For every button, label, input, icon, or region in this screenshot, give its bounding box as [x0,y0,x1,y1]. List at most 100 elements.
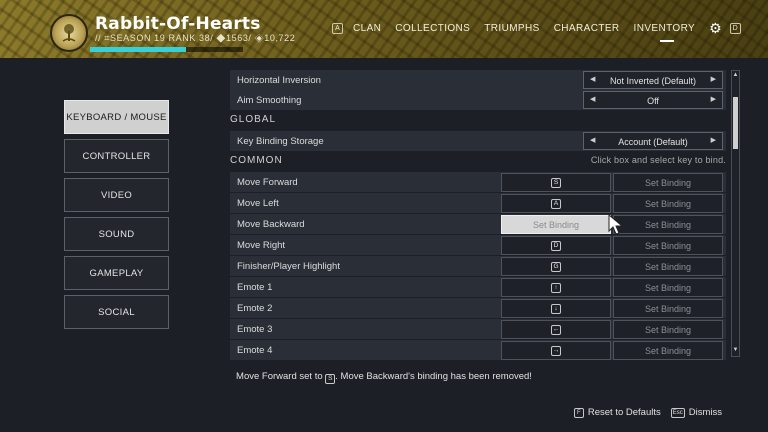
key-arrow-down-icon: ↓ [551,303,561,314]
section-hint: Click box and select key to bind. [590,155,726,165]
status-text-part2: . Move Backward's binding has been remov… [335,371,532,382]
binding-row-emote-3: Emote 3 ← Set Binding [230,319,726,339]
settings-panel: Horizontal Inversion ◀ Not Inverted (Def… [230,68,726,360]
primary-binding-button[interactable]: → [501,341,611,360]
nav-left-key-icon[interactable]: A [332,22,343,34]
setting-label: Aim Smoothing [237,95,302,106]
binding-row-emote-4: Emote 4 → Set Binding [230,340,726,360]
top-nav: A CLAN COLLECTIONS TRIUMPHS CHARACTER IN… [332,21,741,35]
nav-tab-clan[interactable]: CLAN [353,23,381,34]
binding-row-emote-1: Emote 1 ↑ Set Binding [230,277,726,297]
primary-binding-button[interactable]: ↑ [501,278,611,297]
secondary-binding-button[interactable]: Set Binding [613,278,723,297]
scroll-thumb[interactable] [733,97,738,149]
key-g-icon: G [551,261,561,272]
menu-sound[interactable]: SOUND [64,217,169,251]
key-arrow-up-icon: ↑ [551,282,561,293]
nav-tab-inventory[interactable]: INVENTORY [634,23,696,34]
active-tab-indicator [660,40,674,42]
primary-binding-button[interactable]: D [501,236,611,255]
setting-row-aim-smoothing: Aim Smoothing ◀ Off ▶ [230,90,726,110]
scroll-up-icon[interactable]: ▲ [732,72,739,80]
setting-row-key-binding-storage: Key Binding Storage ◀ Account (Default) … [230,131,726,151]
key-arrow-right-icon: → [551,345,561,356]
tree-emblem-icon [50,14,88,52]
header-banner: Rabbit-Of-Hearts // ⌗SEASON 19 RANK 38/ … [0,0,768,58]
season-rank-info: // ⌗SEASON 19 RANK 38/ ◆1563/ ◈10,722 [95,33,296,43]
binding-label: Move Forward [237,177,298,188]
menu-gameplay[interactable]: GAMEPLAY [64,256,169,290]
binding-label: Emote 4 [237,345,273,356]
menu-controller[interactable]: CONTROLLER [64,139,169,173]
secondary-binding-button[interactable]: Set Binding [613,215,723,234]
horizontal-inversion-selector[interactable]: ◀ Not Inverted (Default) ▶ [583,71,723,89]
mouse-cursor-icon [608,214,624,235]
footer-actions: F Reset to Defaults Esc Dismiss [573,407,722,418]
section-global: GLOBAL [230,112,726,128]
arrow-right-icon[interactable]: ▶ [711,136,716,144]
setting-row-horizontal-inversion: Horizontal Inversion ◀ Not Inverted (Def… [230,70,726,90]
primary-binding-button[interactable]: Set Binding [501,215,611,234]
binding-label: Finisher/Player Highlight [237,261,340,272]
menu-keyboard-mouse[interactable]: KEYBOARD / MOUSE [64,100,169,134]
binding-row-move-backward: Move Backward Set Binding Set Binding [230,214,726,234]
nav-right-key-icon[interactable]: D [729,22,741,34]
primary-binding-button[interactable]: ← [501,320,611,339]
season-progress-bar [90,47,243,52]
status-text-part1: Move Forward set to [236,371,323,382]
dismiss-key-icon: Esc [670,407,685,418]
secondary-binding-button[interactable]: Set Binding [613,236,723,255]
binding-row-emote-2: Emote 2 ↓ Set Binding [230,298,726,318]
secondary-binding-button[interactable]: Set Binding [613,173,723,192]
primary-binding-button[interactable]: ↓ [501,299,611,318]
setting-label: Key Binding Storage [237,136,324,147]
arrow-right-icon[interactable]: ▶ [711,95,716,103]
primary-binding-button[interactable]: G [501,257,611,276]
binding-row-finisher: Finisher/Player Highlight G Set Binding [230,256,726,276]
settings-scrollbar[interactable]: ▲ ▼ [731,70,740,357]
binding-label: Emote 1 [237,282,273,293]
binding-row-move-right: Move Right D Set Binding [230,235,726,255]
secondary-binding-button[interactable]: Set Binding [613,341,723,360]
key-d-icon: D [551,240,561,251]
key-a-icon: A [551,198,561,209]
secondary-binding-button[interactable]: Set Binding [613,257,723,276]
reset-key-icon: F [573,407,584,418]
key-binding-storage-selector[interactable]: ◀ Account (Default) ▶ [583,132,723,150]
key-s-icon: S [325,373,336,384]
secondary-binding-button[interactable]: Set Binding [613,320,723,339]
binding-row-move-left: Move Left A Set Binding [230,193,726,213]
settings-category-menu: KEYBOARD / MOUSE CONTROLLER VIDEO SOUND … [64,100,169,334]
binding-label: Move Backward [237,219,305,230]
dismiss-button[interactable]: Dismiss [689,407,722,418]
selector-value: Off [647,96,659,106]
menu-social[interactable]: SOCIAL [64,295,169,329]
menu-video[interactable]: VIDEO [64,178,169,212]
status-message: Move Forward set to S. Move Backward's b… [0,371,768,384]
nav-tab-collections[interactable]: COLLECTIONS [395,23,470,34]
nav-tab-character[interactable]: CHARACTER [554,23,620,34]
secondary-binding-button[interactable]: Set Binding [613,299,723,318]
nav-tab-triumphs[interactable]: TRIUMPHS [484,23,539,34]
season-progress-fill [90,47,187,52]
binding-row-move-forward: Move Forward S Set Binding [230,172,726,192]
character-name: Rabbit-Of-Hearts [95,14,261,34]
key-s-icon: S [551,177,561,188]
section-title: GLOBAL [230,114,277,125]
binding-label: Emote 2 [237,303,273,314]
aim-smoothing-selector[interactable]: ◀ Off ▶ [583,91,723,109]
settings-gear-icon[interactable]: ⚙ [709,21,722,35]
primary-binding-button[interactable]: S [501,173,611,192]
key-arrow-left-icon: ← [551,324,561,335]
selector-value: Account (Default) [618,137,688,147]
binding-label: Move Right [237,240,286,251]
binding-label: Move Left [237,198,279,209]
scroll-down-icon[interactable]: ▼ [732,347,739,355]
primary-binding-button[interactable]: A [501,194,611,213]
reset-to-defaults-button[interactable]: Reset to Defaults [588,407,661,418]
section-common: COMMON Click box and select key to bind. [230,153,726,169]
setting-label: Horizontal Inversion [237,75,321,86]
secondary-binding-button[interactable]: Set Binding [613,194,723,213]
binding-label: Emote 3 [237,324,273,335]
arrow-right-icon[interactable]: ▶ [711,75,716,83]
